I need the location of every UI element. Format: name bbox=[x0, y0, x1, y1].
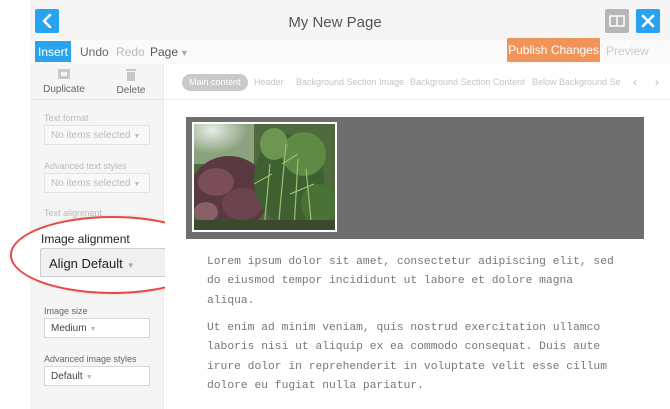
redo-button[interactable]: Redo bbox=[116, 45, 145, 59]
delete-label: Delete bbox=[116, 85, 146, 96]
chevron-down-icon: ▼ bbox=[89, 326, 97, 333]
page-menu[interactable]: Page ▼ bbox=[150, 45, 189, 59]
sidebar-divider bbox=[30, 99, 164, 100]
advanced-text-styles-value: No items selected bbox=[51, 178, 131, 189]
image-size-select[interactable]: Medium ▼ bbox=[44, 318, 150, 338]
undo-button[interactable]: Undo bbox=[80, 45, 109, 59]
tab-scroll-right-icon[interactable]: › bbox=[648, 73, 666, 91]
advanced-text-styles-select[interactable]: No items selected ▼ bbox=[44, 173, 150, 193]
image-alignment-value: Align Default bbox=[49, 256, 123, 271]
chevron-down-icon: ▼ bbox=[133, 133, 141, 140]
duplicate-label: Duplicate bbox=[43, 84, 85, 95]
preview-button[interactable]: Preview bbox=[606, 44, 649, 58]
advanced-image-styles-value: Default bbox=[51, 371, 83, 382]
image-size-value: Medium bbox=[51, 323, 87, 334]
delete-button[interactable]: Delete bbox=[99, 68, 163, 96]
duplicate-icon bbox=[58, 69, 70, 79]
chevron-down-icon: ▼ bbox=[126, 261, 135, 270]
tab-header[interactable]: Header bbox=[254, 74, 284, 91]
advanced-image-styles-select[interactable]: Default ▼ bbox=[44, 366, 150, 386]
text-format-select[interactable]: No items selected ▼ bbox=[44, 125, 150, 145]
layout-toggle-button[interactable] bbox=[605, 9, 629, 33]
tab-background-section-content[interactable]: Background Section Content bbox=[410, 74, 525, 91]
publish-changes-button[interactable]: Publish Changes bbox=[507, 38, 600, 62]
tab-scroll-left-icon[interactable]: ‹ bbox=[626, 73, 644, 91]
image-size-label: Image size bbox=[44, 306, 88, 316]
tab-background-section-image[interactable]: Background Section Image bbox=[296, 74, 404, 91]
content-image[interactable] bbox=[192, 122, 337, 232]
advanced-image-styles-label: Advanced image styles bbox=[44, 354, 137, 364]
layout-toggle-icon bbox=[609, 15, 625, 27]
page-title: My New Page bbox=[288, 14, 382, 31]
advanced-text-styles-label: Advanced text styles bbox=[44, 161, 127, 171]
insert-button[interactable]: Insert bbox=[35, 41, 71, 62]
text-format-value: No items selected bbox=[51, 130, 131, 141]
image-alignment-label: Image alignment bbox=[41, 232, 130, 246]
duplicate-button[interactable]: Duplicate bbox=[32, 68, 96, 95]
chevron-down-icon: ▼ bbox=[180, 48, 189, 58]
tab-below-background-section[interactable]: Below Background Secti bbox=[532, 74, 620, 91]
foliage-photo bbox=[194, 124, 335, 230]
chevron-down-icon: ▼ bbox=[85, 374, 93, 381]
page-menu-label: Page bbox=[150, 45, 179, 59]
close-button[interactable] bbox=[636, 9, 660, 33]
text-format-label: Text format bbox=[44, 113, 89, 123]
trash-icon bbox=[126, 69, 136, 81]
close-icon bbox=[641, 14, 655, 28]
chevron-down-icon: ▼ bbox=[133, 181, 141, 188]
paragraph[interactable]: Lorem ipsum dolor sit amet, consectetur … bbox=[207, 253, 617, 311]
paragraph[interactable]: Ut enim ad minim veniam, quis nostrud ex… bbox=[207, 319, 617, 396]
tab-main-content[interactable]: Main content bbox=[182, 74, 248, 91]
